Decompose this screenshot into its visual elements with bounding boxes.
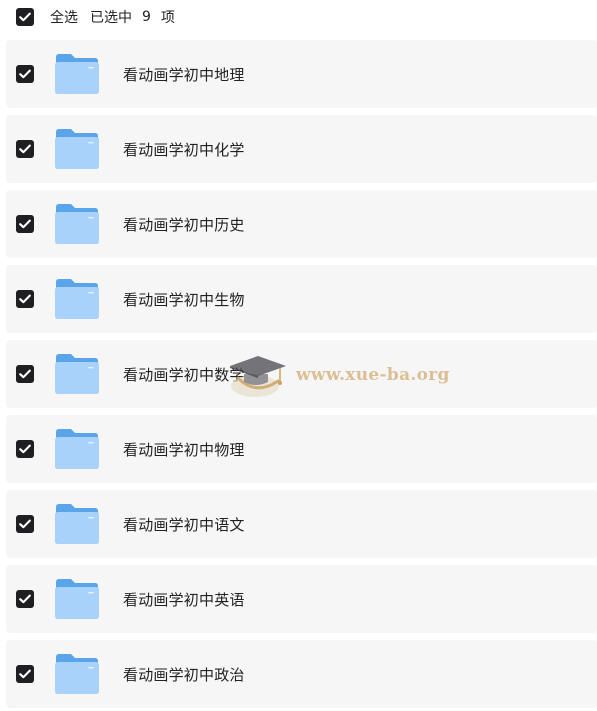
check-icon (19, 369, 31, 379)
folder-list: 看动画学初中地理 看动画学初中化学 看动画学初中历史 看动画学初中生物 看动画学初中数学… (6, 40, 597, 711)
check-icon (19, 594, 31, 604)
folder-name: 看动画学初中数学 (123, 365, 245, 384)
row-checkbox[interactable] (16, 365, 34, 383)
select-all-checkbox[interactable] (16, 8, 34, 26)
folder-name: 看动画学初中政治 (123, 665, 245, 684)
folder-icon (55, 654, 99, 694)
folder-icon (55, 354, 99, 394)
folder-icon (55, 429, 99, 469)
folder-name: 看动画学初中历史 (123, 215, 245, 234)
folder-name: 看动画学初中英语 (123, 590, 245, 609)
folder-icon (55, 579, 99, 619)
check-icon (19, 12, 31, 22)
folder-icon (55, 504, 99, 544)
folder-icon (55, 204, 99, 244)
folder-icon (55, 129, 99, 169)
row-checkbox[interactable] (16, 590, 34, 608)
check-icon (19, 144, 31, 154)
select-all-label[interactable]: 全选 (50, 7, 78, 27)
folder-name: 看动画学初中生物 (123, 290, 245, 309)
folder-row[interactable]: 看动画学初中语文 (6, 490, 597, 558)
folder-row[interactable]: 看动画学初中物理 (6, 415, 597, 483)
row-checkbox[interactable] (16, 65, 34, 83)
file-selection-panel: 全选 已选中 9 项 看动画学初中地理 看动画学初中化学 看动画学初中历史 看动画学初… (0, 0, 597, 711)
folder-name: 看动画学初中物理 (123, 440, 245, 459)
selected-prefix: 已选中 (90, 10, 132, 26)
row-checkbox[interactable] (16, 140, 34, 158)
row-checkbox[interactable] (16, 515, 34, 533)
row-checkbox[interactable] (16, 665, 34, 683)
folder-row[interactable]: 看动画学初中政治 (6, 640, 597, 708)
selection-summary: 全选 已选中 9 项 (50, 7, 175, 27)
folder-row[interactable]: 看动画学初中英语 (6, 565, 597, 633)
check-icon (19, 294, 31, 304)
check-icon (19, 519, 31, 529)
folder-name: 看动画学初中语文 (123, 515, 245, 534)
check-icon (19, 444, 31, 454)
folder-icon (55, 54, 99, 94)
folder-icon (55, 279, 99, 319)
row-checkbox[interactable] (16, 290, 34, 308)
select-all-bar: 全选 已选中 9 项 (0, 0, 597, 34)
folder-row[interactable]: 看动画学初中化学 (6, 115, 597, 183)
selected-suffix: 项 (160, 10, 175, 26)
selected-count: 9 (142, 9, 151, 25)
row-checkbox[interactable] (16, 440, 34, 458)
check-icon (19, 69, 31, 79)
folder-row[interactable]: 看动画学初中地理 (6, 40, 597, 108)
folder-row[interactable]: 看动画学初中数学 (6, 340, 597, 408)
folder-row[interactable]: 看动画学初中生物 (6, 265, 597, 333)
folder-name: 看动画学初中地理 (123, 65, 245, 84)
check-icon (19, 219, 31, 229)
folder-name: 看动画学初中化学 (123, 140, 245, 159)
folder-row[interactable]: 看动画学初中历史 (6, 190, 597, 258)
row-checkbox[interactable] (16, 215, 34, 233)
check-icon (19, 669, 31, 679)
